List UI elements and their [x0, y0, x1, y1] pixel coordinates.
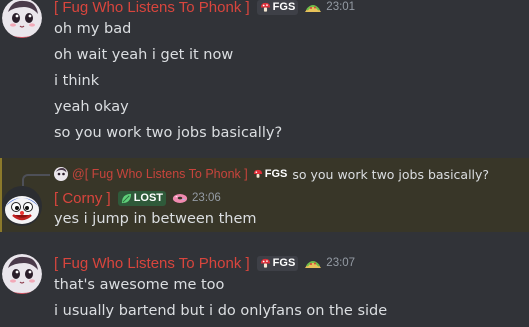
reply-guild-tag: FGS [253, 168, 288, 180]
taco-icon [305, 260, 322, 268]
message-header: [ Fug Who Listens To Phonk ] FGS 23:01 [54, 0, 355, 17]
username[interactable]: [ Fug Who Listens To Phonk ] [54, 0, 250, 16]
leaf-icon [121, 193, 131, 203]
message-text: i think [54, 73, 100, 89]
user-avatar[interactable] [2, 186, 42, 226]
reply-text[interactable]: so you work two jobs basically? [292, 167, 489, 182]
message-header: [ Fug Who Listens To Phonk ] FGS 23:07 [54, 253, 355, 273]
mushroom-icon [253, 169, 262, 178]
guild-tag[interactable]: FGS [256, 255, 299, 271]
message-text: i usually bartend but i do onlyfans on t… [54, 303, 388, 319]
message-text: that's awesome me too [54, 277, 225, 293]
guild-tag-label: FGS [272, 257, 296, 269]
username[interactable]: [ Fug Who Listens To Phonk ] [54, 255, 250, 272]
user-avatar[interactable] [2, 0, 42, 38]
message-text: oh wait yeah i get it now [54, 47, 234, 63]
taco-icon [305, 4, 322, 12]
mushroom-icon [260, 258, 270, 268]
timestamp[interactable]: 23:06 [192, 192, 221, 204]
message-text: so you work two jobs basically? [54, 125, 283, 141]
message-header: [ Corny ] LOST 23:06 [54, 188, 221, 208]
highlight-bar [0, 158, 2, 232]
reply-spine [22, 174, 50, 186]
guild-tag[interactable]: LOST [117, 190, 167, 206]
guild-tag-label: LOST [133, 192, 164, 204]
timestamp[interactable]: 23:07 [326, 257, 355, 269]
guild-tag[interactable]: FGS [256, 0, 299, 15]
guild-tag-label: FGS [272, 1, 296, 13]
reply-guild-tag-label: FGS [264, 168, 288, 180]
message-text: yeah okay [54, 99, 129, 115]
timestamp[interactable]: 23:01 [326, 1, 355, 13]
user-avatar[interactable] [2, 254, 42, 294]
reply-avatar [54, 167, 68, 181]
message-text: oh my bad [54, 21, 132, 37]
username[interactable]: [ Corny ] [54, 190, 111, 207]
message-text: yes i jump in between them [54, 211, 257, 227]
donut-icon [172, 193, 188, 203]
mushroom-icon [260, 2, 270, 12]
reply-preview[interactable]: @[ Fug Who Listens To Phonk ] FGS so you… [54, 166, 489, 182]
reply-mention[interactable]: @[ Fug Who Listens To Phonk ] [72, 167, 248, 181]
